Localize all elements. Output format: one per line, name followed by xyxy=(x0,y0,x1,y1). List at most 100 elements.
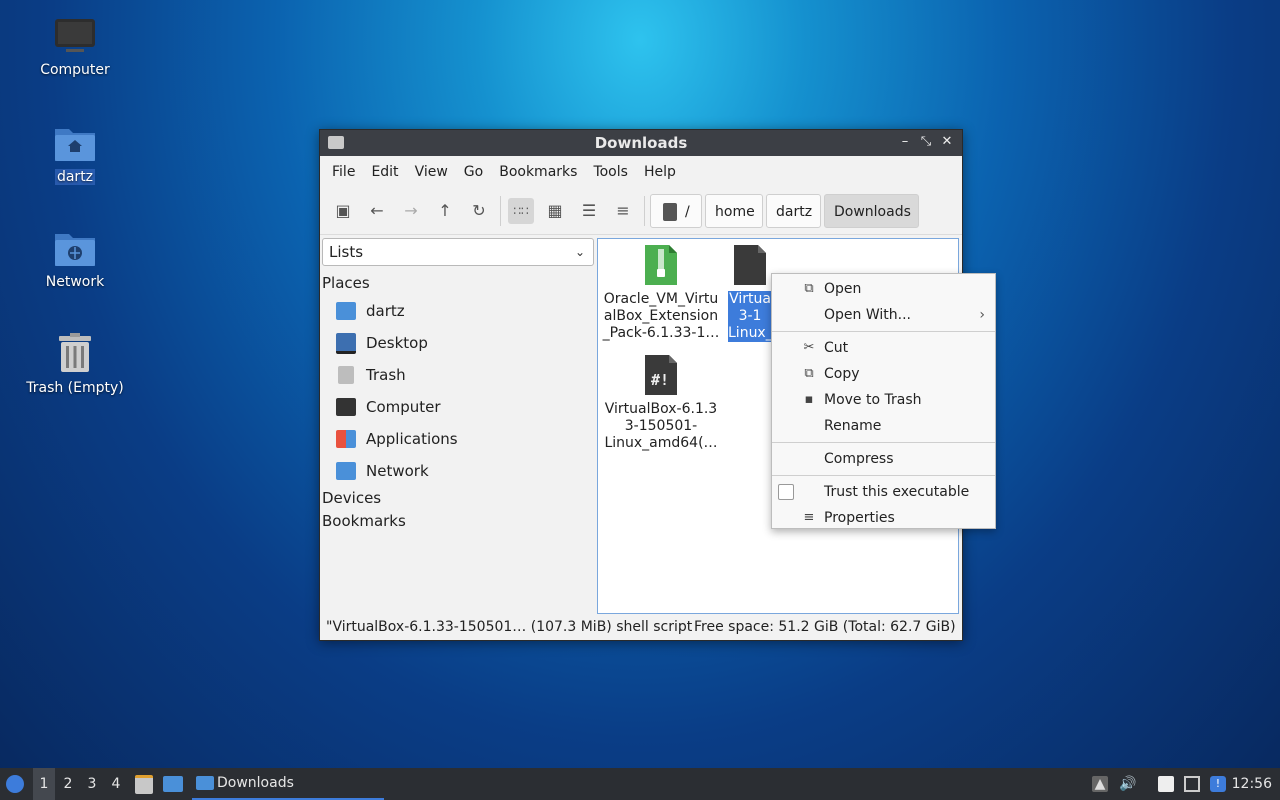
menu-item-trust-executable[interactable]: Trust this executable xyxy=(772,479,995,505)
taskbar-task-downloads[interactable]: Downloads xyxy=(192,768,384,800)
workspace-1[interactable]: 1 xyxy=(33,768,55,800)
workspace-4[interactable]: 4 xyxy=(105,768,127,800)
network-folder-icon xyxy=(54,228,96,268)
side-pane-select-value: Lists xyxy=(329,243,364,261)
minimize-icon[interactable]: – xyxy=(896,133,914,151)
reload-icon[interactable]: ↻ xyxy=(466,198,492,224)
up-icon[interactable]: ↑ xyxy=(432,198,458,224)
workspace-3[interactable]: 3 xyxy=(81,768,103,800)
eject-icon[interactable]: ▲ xyxy=(1092,776,1108,792)
sidebar-item-computer[interactable]: Computer xyxy=(322,391,594,423)
breadcrumb-label: Downloads xyxy=(834,204,911,220)
statusbar: "VirtualBox-6.1.33-150501… (107.3 MiB) s… xyxy=(320,614,962,640)
maximize-icon[interactable]: ⤡ xyxy=(917,133,935,151)
show-desktop-icon[interactable] xyxy=(163,776,183,792)
menu-item-move-to-trash[interactable]: ▪ Move to Trash xyxy=(772,387,995,413)
file-name-line: Oracle_VM_Virtu xyxy=(603,291,719,307)
menu-edit[interactable]: Edit xyxy=(363,164,406,180)
sidebar-item-label: Desktop xyxy=(366,334,428,352)
menu-item-label: Compress xyxy=(824,451,894,467)
breadcrumb-dartz[interactable]: dartz xyxy=(766,194,821,228)
menu-go[interactable]: Go xyxy=(456,164,491,180)
sidebar-item-applications[interactable]: Applications xyxy=(322,423,594,455)
new-tab-icon[interactable]: ▣ xyxy=(330,198,356,224)
clipboard-icon[interactable] xyxy=(1158,776,1174,792)
breadcrumb-downloads[interactable]: Downloads xyxy=(824,194,919,228)
menu-item-label: Rename xyxy=(824,418,882,434)
menubar: File Edit View Go Bookmarks Tools Help xyxy=(320,156,962,188)
desktop-icon-trash[interactable]: Trash (Empty) xyxy=(15,332,135,396)
menu-item-label: Cut xyxy=(824,340,849,356)
status-free-space: Free space: 51.2 GiB (Total: 62.7 GiB) xyxy=(694,619,956,635)
window-title: Downloads xyxy=(594,134,688,152)
menu-file[interactable]: File xyxy=(324,164,363,180)
sidebar-item-label: Computer xyxy=(366,398,441,416)
side-pane-select[interactable]: Lists ⌄ xyxy=(322,238,594,266)
file-name-line: _Pack-6.1.33-1… xyxy=(602,325,720,341)
menu-tools[interactable]: Tools xyxy=(585,164,636,180)
volume-icon[interactable]: 🔊 xyxy=(1119,776,1136,792)
desktop-icon-label: Computer xyxy=(40,62,110,78)
menu-item-open[interactable]: ⧉ Open xyxy=(772,276,995,302)
toolbar-divider xyxy=(500,196,501,226)
menu-view[interactable]: View xyxy=(407,164,456,180)
menu-bookmarks[interactable]: Bookmarks xyxy=(491,164,585,180)
compact-view-icon[interactable]: ☰ xyxy=(576,198,602,224)
devices-header[interactable]: Devices xyxy=(322,487,594,510)
file-item[interactable]: Oracle_VM_Virtu alBox_Extension _Pack-6.… xyxy=(601,245,721,342)
file-name: Virtua 3-1 Linux_ xyxy=(728,291,772,342)
sidebar-item-label: Trash xyxy=(366,366,406,384)
places-header: Places xyxy=(322,274,370,292)
desktop-icon-home[interactable]: dartz xyxy=(15,123,135,185)
home-folder-icon xyxy=(336,302,356,320)
status-selection: "VirtualBox-6.1.33-150501… (107.3 MiB) s… xyxy=(326,619,693,635)
sidebar-item-trash[interactable]: Trash xyxy=(322,359,594,391)
file-manager-launcher-icon[interactable] xyxy=(135,775,153,794)
bookmarks-header[interactable]: Bookmarks xyxy=(322,510,594,533)
back-icon[interactable]: ← xyxy=(364,198,390,224)
desktop-icon-label: Trash (Empty) xyxy=(26,380,124,396)
menu-item-label: Move to Trash xyxy=(824,392,922,408)
file-item[interactable]: #! VirtualBox-6.1.3 3-150501- Linux_amd6… xyxy=(601,355,721,452)
sidebar-item-dartz[interactable]: dartz xyxy=(322,295,594,327)
sidebar-item-label: dartz xyxy=(366,302,405,320)
svg-text:#!: #! xyxy=(651,371,669,389)
detailed-view-icon[interactable]: ≡ xyxy=(610,198,636,224)
desktop-icon xyxy=(336,332,356,354)
menu-item-label: Copy xyxy=(824,366,860,382)
breadcrumb-root[interactable]: / xyxy=(650,194,702,228)
desktop-icon-computer[interactable]: Computer xyxy=(15,18,135,78)
file-name-line: VirtualBox-6.1.3 xyxy=(604,401,718,417)
close-icon[interactable]: ✕ xyxy=(938,133,956,151)
window-titlebar[interactable]: Downloads – ⤡ ✕ xyxy=(320,130,962,156)
menu-item-open-with[interactable]: Open With... › xyxy=(772,302,995,328)
menu-item-compress[interactable]: Compress xyxy=(772,446,995,472)
sidebar-item-network[interactable]: Network xyxy=(322,455,594,487)
toolbar-divider xyxy=(644,196,645,226)
forward-icon[interactable]: → xyxy=(398,198,424,224)
menu-item-copy[interactable]: ⧉ Copy xyxy=(772,361,995,387)
file-item-selected[interactable]: Virtua 3-1 Linux_ xyxy=(728,245,772,342)
clock[interactable]: 12:56 xyxy=(1232,768,1272,800)
menu-item-cut[interactable]: ✂ Cut xyxy=(772,335,995,361)
updates-icon[interactable]: ! xyxy=(1210,776,1226,792)
script-icon xyxy=(734,245,766,285)
checkbox[interactable] xyxy=(778,484,794,500)
desktop-icon-network[interactable]: Network xyxy=(15,228,135,290)
workspace-2[interactable]: 2 xyxy=(57,768,79,800)
menu-item-properties[interactable]: ≡ Properties xyxy=(772,505,995,531)
menu-item-rename[interactable]: Rename xyxy=(772,413,995,439)
network-icon[interactable] xyxy=(1184,776,1200,792)
menu-help[interactable]: Help xyxy=(636,164,684,180)
computer-icon xyxy=(54,18,96,56)
desktop-icon-label: Network xyxy=(45,274,105,290)
icon-view-icon[interactable]: ∷∷ xyxy=(508,198,534,224)
menu-separator xyxy=(772,331,995,332)
file-name-line: Linux_amd64(… xyxy=(604,435,718,451)
sidebar-item-desktop[interactable]: Desktop xyxy=(322,327,594,359)
start-menu-icon[interactable] xyxy=(6,775,24,793)
thumbnail-view-icon[interactable]: ▦ xyxy=(542,198,568,224)
chevron-down-icon: ⌄ xyxy=(574,245,585,259)
breadcrumb-home[interactable]: home xyxy=(705,194,763,228)
context-menu: ⧉ Open Open With... › ✂ Cut ⧉ Copy ▪ Mov… xyxy=(771,273,996,529)
